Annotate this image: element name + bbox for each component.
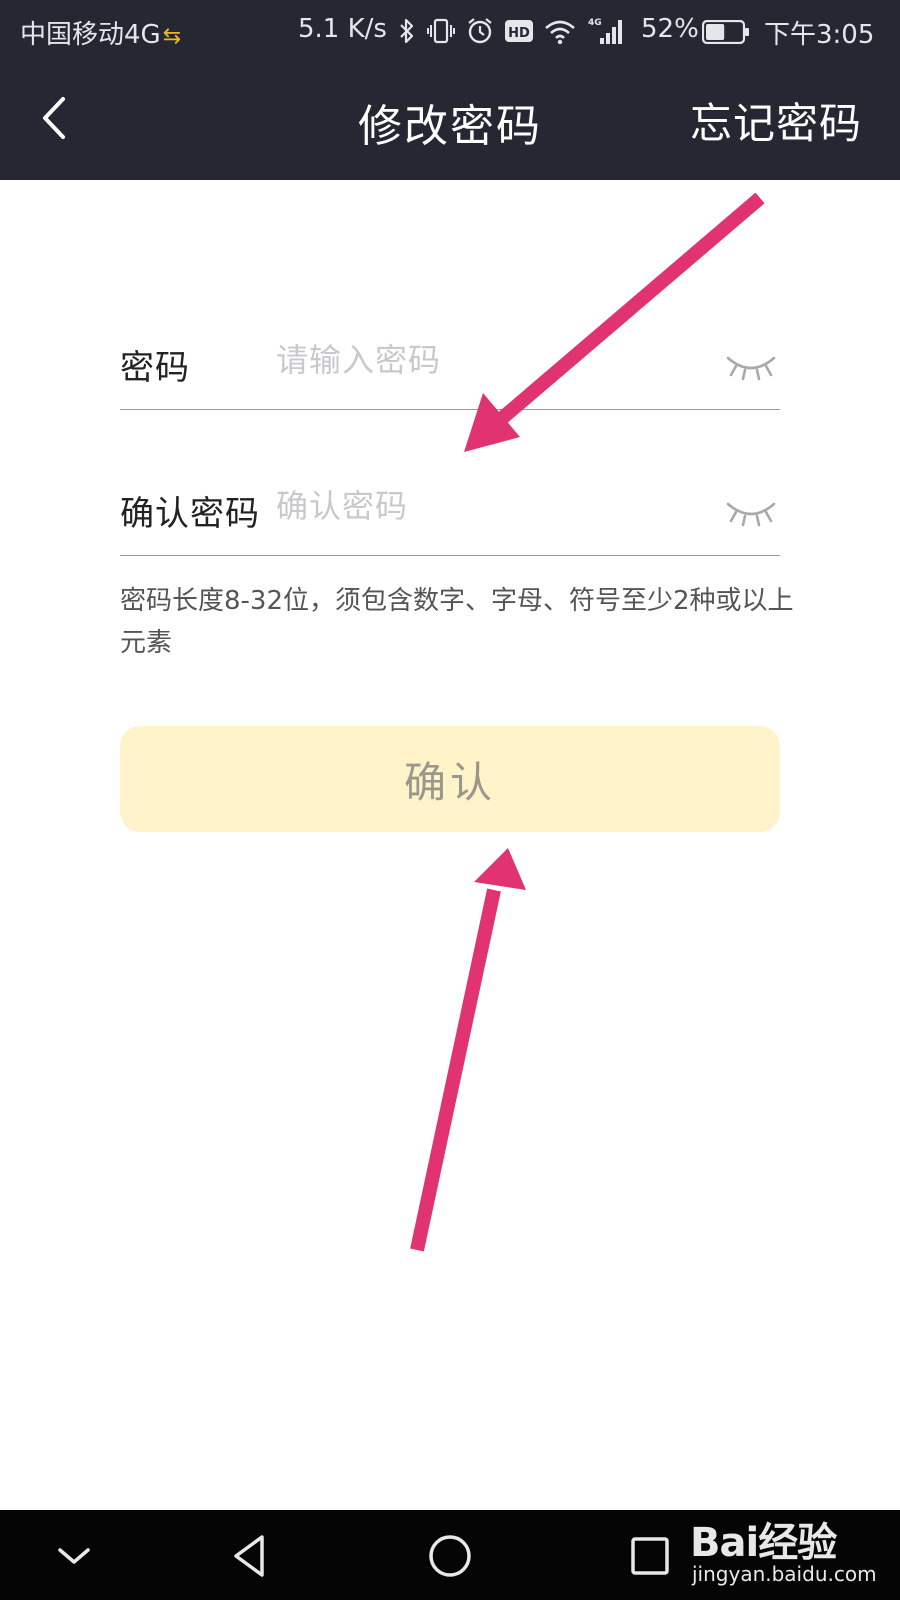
nav-bar: 修改密码 忘记密码 — [0, 64, 900, 180]
home-circle-icon[interactable] — [422, 1528, 478, 1584]
forgot-password-link[interactable]: 忘记密码 — [690, 90, 862, 151]
alarm-icon — [468, 18, 492, 44]
chevron-down-icon[interactable] — [46, 1528, 102, 1584]
hd-icon: HD — [505, 20, 533, 42]
watermark-logo: Bai经验 — [690, 1520, 837, 1566]
battery-percent: 52% — [641, 14, 699, 44]
wifi-icon — [545, 20, 575, 45]
bluetooth-icon — [400, 18, 414, 44]
vibrate-icon — [427, 18, 455, 44]
app-header: 中国移动4G⇆ 5.1 K/s HD 4G 52% 下午3:05 修改密码 忘记… — [0, 0, 900, 180]
password-row: 密码 — [120, 318, 780, 410]
password-label: 密码 — [120, 348, 190, 388]
signal-label: 4G — [588, 18, 602, 28]
svg-text:HD: HD — [508, 26, 530, 41]
confirm-password-row: 确认密码 — [120, 464, 780, 556]
eye-closed-icon[interactable] — [724, 348, 778, 382]
watermark-url: jingyan.baidu.com — [692, 1562, 877, 1586]
recents-square-icon[interactable] — [622, 1528, 678, 1584]
carrier-label: 中国移动4G — [20, 20, 161, 50]
battery-icon — [702, 20, 749, 44]
password-hint: 密码长度8-32位，须包含数字、字母、符号至少2种或以上元素 — [120, 586, 794, 658]
confirm-password-label: 确认密码 — [120, 494, 260, 534]
signal-icon: 4G — [588, 18, 622, 44]
watermark: Bai经验 jingyan.baidu.com — [690, 1500, 890, 1600]
status-icons: HD 4G — [398, 14, 626, 48]
eye-closed-icon[interactable] — [724, 494, 778, 528]
confirm-button[interactable]: 确认 — [120, 726, 780, 832]
data-transfer-icon: ⇆ — [162, 24, 182, 49]
status-bar: 中国移动4G⇆ 5.1 K/s HD 4G 52% 下午3:05 — [0, 0, 900, 64]
carrier: 中国移动4G⇆ — [20, 14, 181, 51]
confirm-password-input[interactable] — [276, 478, 696, 534]
network-speed: 5.1 K/s — [298, 14, 387, 44]
annotation-arrow-bottom — [410, 848, 526, 1252]
back-triangle-icon[interactable] — [222, 1528, 278, 1584]
clock: 下午3:05 — [764, 20, 875, 50]
password-input[interactable] — [276, 332, 696, 388]
